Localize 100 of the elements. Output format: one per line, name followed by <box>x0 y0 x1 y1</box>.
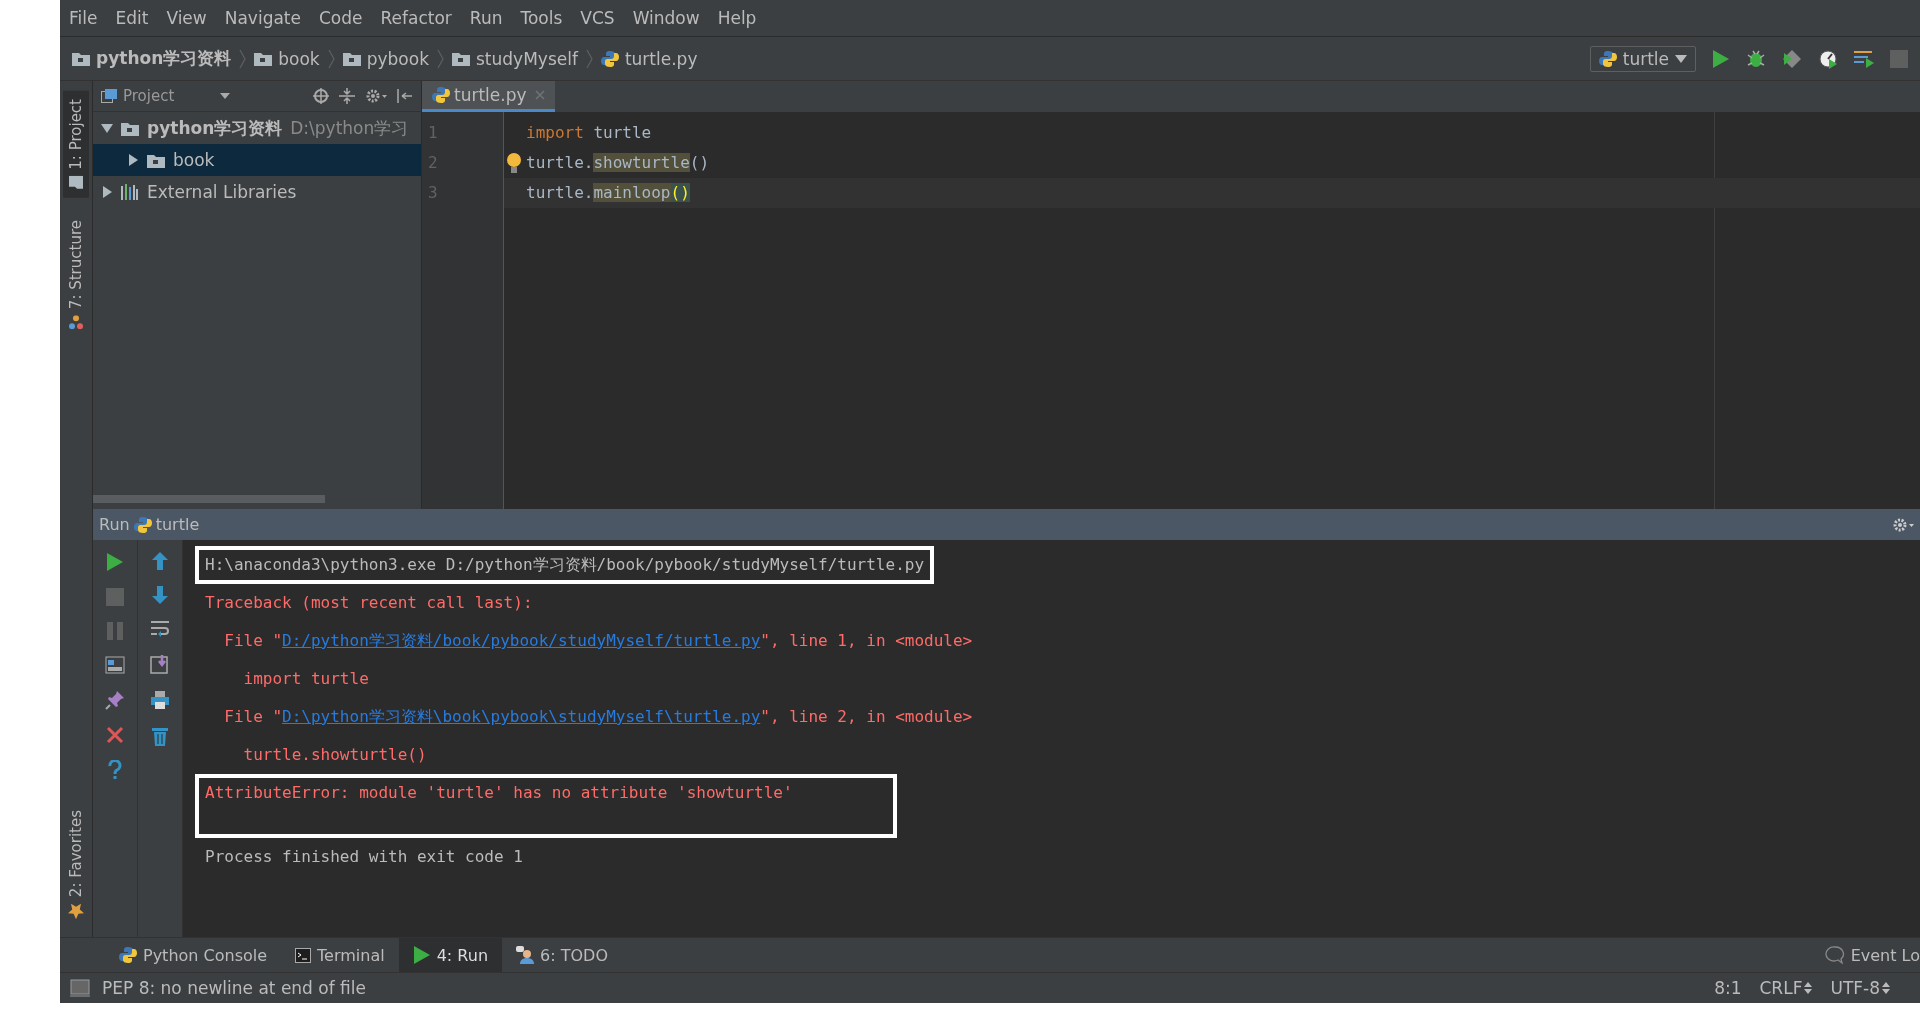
status-message: PEP 8: no newline at end of file <box>102 978 366 998</box>
breadcrumb[interactable]: turtle.py <box>600 48 698 69</box>
folder-icon <box>147 152 165 168</box>
up-arrow-icon[interactable] <box>152 552 168 570</box>
project-icon <box>101 89 117 103</box>
run-icon[interactable] <box>412 945 431 965</box>
pin-icon[interactable] <box>105 690 125 710</box>
hide-panel-icon[interactable] <box>397 88 413 104</box>
menu-item[interactable]: Code <box>310 8 372 28</box>
file-encoding[interactable]: UTF-8 <box>1830 978 1890 998</box>
folder-icon <box>121 120 139 136</box>
code-line: import turtle <box>525 122 653 144</box>
close-icon[interactable] <box>106 726 124 744</box>
lightbulb-icon[interactable] <box>506 152 522 174</box>
folder-icon <box>342 51 361 66</box>
python-icon <box>119 946 137 964</box>
tree-item[interactable]: External Libraries <box>93 176 421 208</box>
side-tool-tab[interactable]: 2: Favorites <box>63 801 89 927</box>
scroll-to-end-icon[interactable] <box>150 654 170 674</box>
tree-item[interactable]: book <box>93 144 421 176</box>
menu-item[interactable]: Help <box>708 8 766 28</box>
editor-tab[interactable]: turtle.py <box>422 81 555 112</box>
menu-item[interactable]: VCS <box>571 8 624 28</box>
console-line: Traceback (most recent call last): <box>204 592 534 614</box>
breadcrumb[interactable]: studyMyself <box>452 48 578 69</box>
file-link[interactable]: D:\python学习资料\book\pybook\studyMyself\turtle.py <box>282 707 761 726</box>
tool-window-tab[interactable]: Python Console <box>105 938 282 972</box>
menu-item[interactable]: Edit <box>106 8 158 28</box>
menu-item[interactable]: Refactor <box>371 8 461 28</box>
collapsed-arrow-icon[interactable] <box>127 154 139 166</box>
folder-icon <box>72 51 90 66</box>
console-line: Process finished with exit code 1 <box>204 846 524 868</box>
line-separator[interactable]: CRLF <box>1759 978 1813 998</box>
folder-icon <box>69 175 83 190</box>
settings-icon[interactable] <box>365 88 387 104</box>
settings-icon[interactable] <box>1892 516 1914 533</box>
dropdown-caret-icon <box>1675 54 1687 63</box>
breadcrumb-separator-icon <box>327 48 335 69</box>
collapsed-arrow-icon[interactable] <box>101 186 113 198</box>
scrollbar[interactable] <box>93 495 325 503</box>
soft-wrap-icon[interactable] <box>150 620 170 638</box>
menu-item[interactable]: Window <box>623 8 709 28</box>
code-line: turtle.showturtle() <box>504 148 1920 178</box>
tool-window-tab[interactable]: 6: TODO <box>502 938 622 972</box>
side-tool-tab[interactable]: 7: Structure <box>63 211 89 337</box>
menu-item[interactable]: Navigate <box>215 8 310 28</box>
coverage-icon[interactable] <box>1782 48 1802 69</box>
breadcrumb-separator-icon <box>585 48 593 69</box>
expanded-arrow-icon[interactable] <box>101 122 113 134</box>
tree-item-label: book <box>173 150 215 170</box>
collapse-icon[interactable] <box>339 88 355 104</box>
run-configuration-dropdown[interactable]: turtle <box>1589 45 1696 72</box>
tool-window-tab[interactable]: Terminal <box>281 938 399 972</box>
breadcrumb[interactable]: pybook <box>342 48 429 69</box>
project-view-dropdown[interactable]: Project <box>101 87 231 105</box>
python-icon <box>1598 49 1617 68</box>
breadcrumb[interactable]: python学习资料 <box>72 47 232 70</box>
menu-item[interactable]: View <box>157 8 216 28</box>
print-icon[interactable] <box>150 690 170 710</box>
console-line: File "D:/python学习资料/book/pybook/studyMyself/turtle.py", line 1, in <module> <box>223 630 974 652</box>
event-log-button[interactable]: Event Lo <box>1824 945 1920 965</box>
python-file-icon <box>432 86 450 104</box>
layout-icon[interactable] <box>105 656 125 674</box>
rerun-icon[interactable] <box>106 552 124 572</box>
library-icon <box>121 184 139 200</box>
console-line: File "D:\python学习资料\book\pybook\studyMyself\turtle.py", line 2, in <module> <box>223 706 974 728</box>
down-arrow-icon[interactable] <box>152 586 168 604</box>
python-file-icon <box>600 49 619 68</box>
console-line: turtle.showturtle() <box>242 744 428 766</box>
menu-item[interactable]: Run <box>460 8 512 28</box>
caret-position[interactable]: 8:1 <box>1714 978 1742 998</box>
star-icon <box>68 903 84 919</box>
tool-window-tab[interactable]: 4: Run <box>398 938 503 972</box>
bug-icon[interactable] <box>1746 48 1766 69</box>
file-link[interactable]: D:/python学习资料/book/pybook/studyMyself/turtle.py <box>282 631 761 650</box>
side-tool-tab[interactable]: 1: Project <box>63 91 89 198</box>
terminal-icon <box>295 947 312 963</box>
run-icon[interactable] <box>1712 48 1730 69</box>
trash-icon[interactable] <box>151 726 169 746</box>
panel-title: Run <box>99 515 130 534</box>
folder-icon <box>452 51 470 66</box>
profiler-icon[interactable] <box>1818 48 1838 69</box>
tree-item[interactable]: python学习资料 D:\python学习 <box>93 112 421 144</box>
speech-bubble-icon <box>1824 945 1845 965</box>
menu-item[interactable]: File <box>60 8 107 28</box>
python-icon <box>133 515 152 534</box>
menu-item[interactable]: Tools <box>511 8 572 28</box>
breadcrumb[interactable]: book <box>254 48 320 69</box>
folder-path: D:\python学习 <box>290 116 409 140</box>
target-icon[interactable] <box>313 88 329 104</box>
help-icon[interactable] <box>108 760 122 780</box>
up-down-icon <box>1882 982 1890 994</box>
person-icon <box>516 946 535 964</box>
run-config-name: turtle <box>155 515 200 534</box>
tree-item-label: python学习资料 <box>147 116 283 140</box>
dropdown-caret-icon <box>220 93 231 99</box>
tree-item-label: External Libraries <box>147 182 297 202</box>
breadcrumb-separator-icon <box>239 48 247 69</box>
folder-icon <box>254 51 273 66</box>
run-list-icon[interactable] <box>1854 49 1874 68</box>
